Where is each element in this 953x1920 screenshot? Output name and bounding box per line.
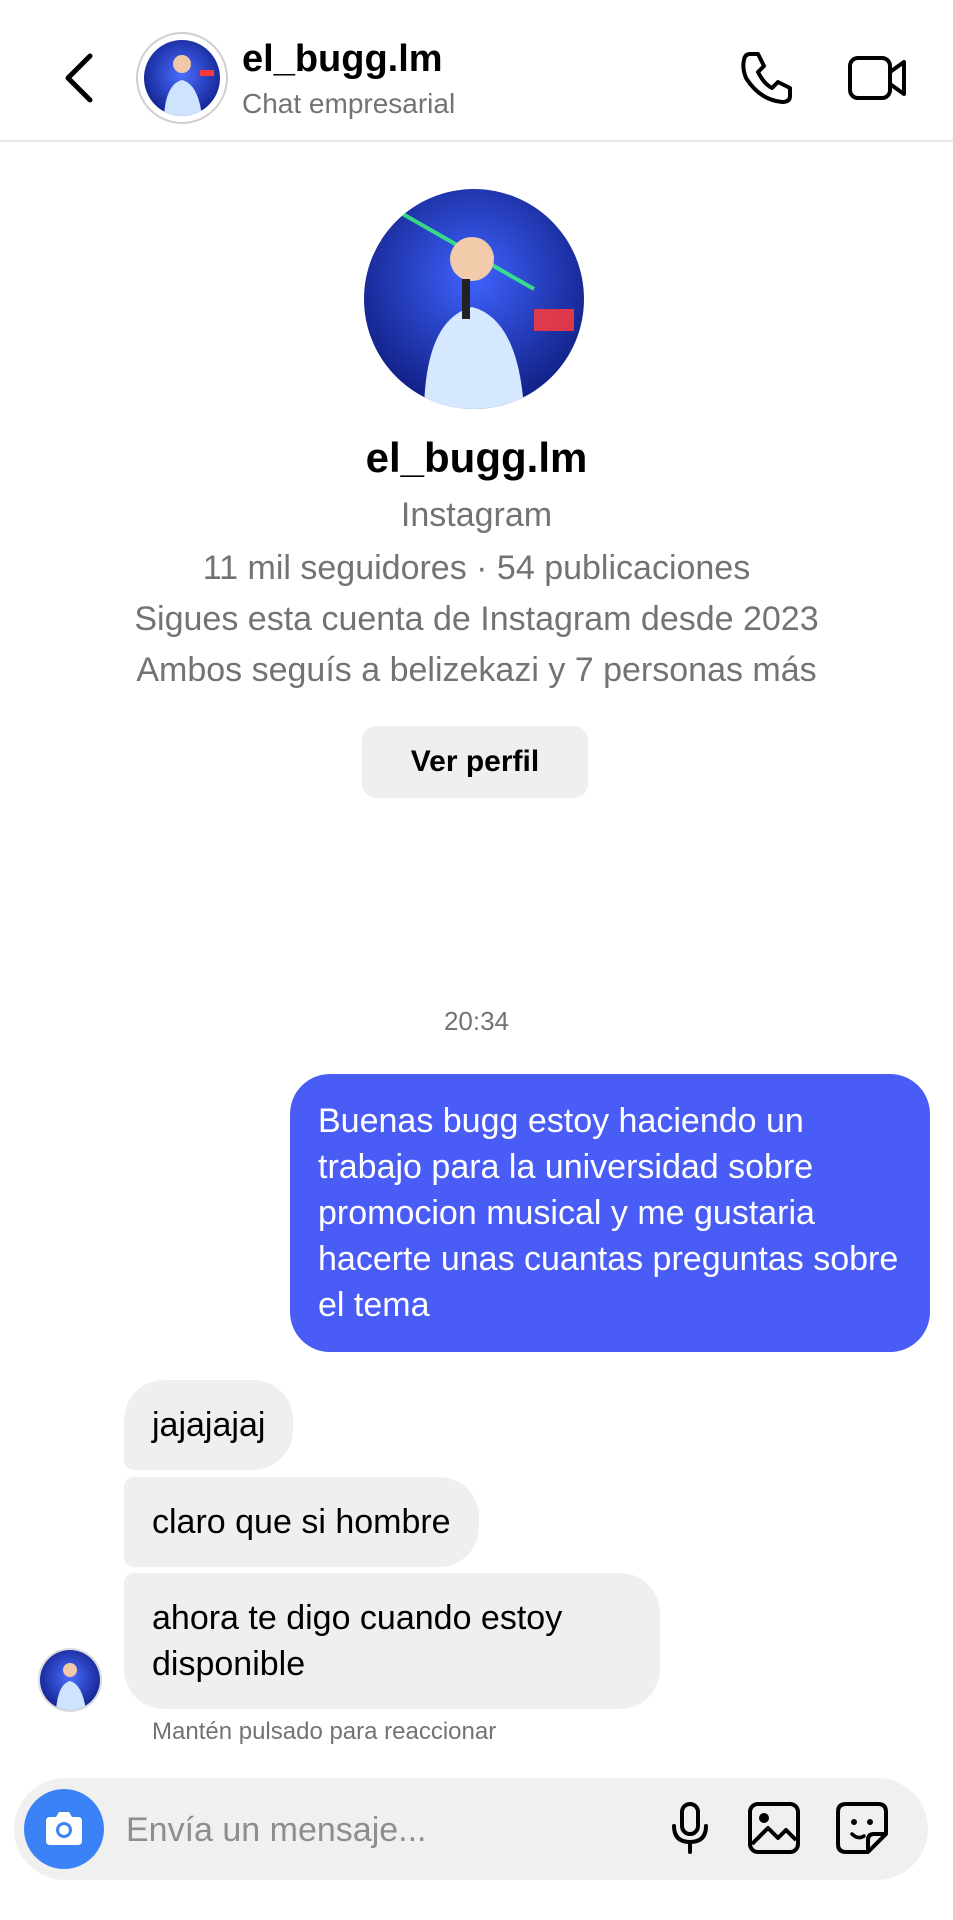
profile-platform: Instagram xyxy=(400,496,553,534)
profile-mutuals: Ambos seguís a belizekazi y 7 personas m… xyxy=(136,651,817,689)
profile-stats: 11 mil seguidores · 54 publicaciones xyxy=(202,549,751,587)
message-input[interactable] xyxy=(124,1802,528,1858)
header-username[interactable]: el_bugg.lm xyxy=(242,38,443,81)
chat-header: el_bugg.lm Chat empresarial xyxy=(0,0,953,142)
video-call-button[interactable] xyxy=(846,50,910,106)
view-profile-button[interactable]: Ver perfil xyxy=(362,726,588,798)
incoming-message[interactable]: jajajajaj xyxy=(124,1380,294,1470)
react-hint: Mantén pulsado para reaccionar xyxy=(152,1718,497,1745)
gallery-button[interactable] xyxy=(746,1800,802,1856)
camera-icon xyxy=(46,1812,82,1845)
profile-following-since: Sigues esta cuenta de Instagram desde 20… xyxy=(134,600,819,638)
phone-icon xyxy=(741,52,792,104)
microphone-button[interactable] xyxy=(662,1800,718,1856)
image-gallery-icon xyxy=(748,1802,800,1854)
sticker-button[interactable] xyxy=(834,1800,890,1856)
header-subtitle: Chat empresarial xyxy=(242,88,456,119)
back-button[interactable] xyxy=(56,48,104,108)
profile-avatar[interactable] xyxy=(364,189,584,409)
message-timestamp: 20:34 xyxy=(443,1006,510,1036)
microphone-icon xyxy=(672,1802,708,1854)
incoming-message[interactable]: ahora te digo cuando estoy disponible xyxy=(124,1573,660,1709)
incoming-message[interactable]: claro que si hombre xyxy=(124,1477,479,1567)
message-composer xyxy=(14,1778,928,1880)
outgoing-message[interactable]: Buenas bugg estoy haciendo un trabajo pa… xyxy=(290,1074,930,1352)
header-avatar[interactable] xyxy=(136,32,228,124)
sticker-icon xyxy=(836,1802,888,1854)
video-camera-icon xyxy=(848,56,906,100)
sender-avatar[interactable] xyxy=(38,1648,102,1712)
chevron-left-icon xyxy=(65,53,93,103)
avatar-image xyxy=(144,40,220,116)
audio-call-button[interactable] xyxy=(736,48,796,108)
camera-button[interactable] xyxy=(24,1789,104,1869)
profile-username: el_bugg.lm xyxy=(365,434,588,481)
